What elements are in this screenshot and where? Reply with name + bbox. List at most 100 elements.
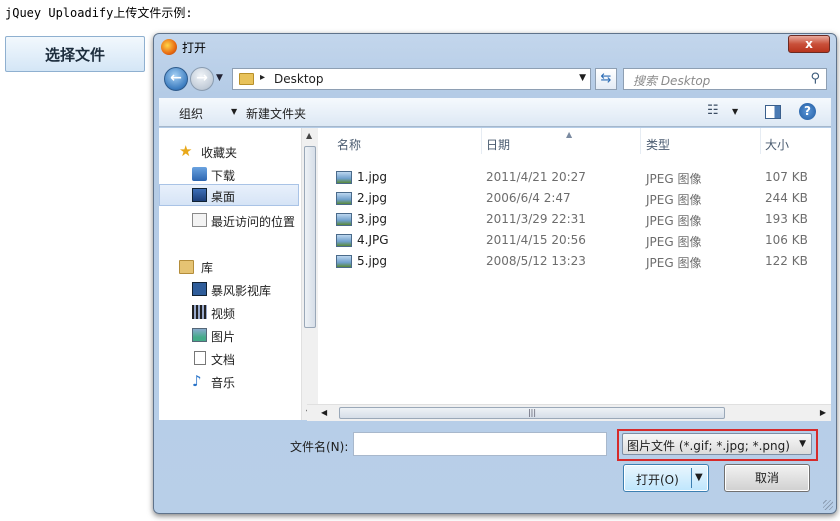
filetype-value: 图片文件 (*.gif; *.jpg; *.png) — [627, 439, 790, 453]
search-input[interactable]: 搜索 Desktop ⚲ — [623, 68, 827, 90]
file-date: 2011/4/15 20:56 — [486, 233, 586, 247]
column-header-date[interactable]: 日期 — [481, 128, 641, 154]
filename-label: 文件名(N): — [290, 440, 349, 454]
nav-label: 下载 — [211, 169, 236, 183]
desktop-icon — [192, 188, 207, 202]
refresh-button[interactable]: ⇆ — [595, 68, 617, 90]
split-divider — [691, 468, 692, 488]
filetype-select[interactable]: 图片文件 (*.gif; *.jpg; *.png) ▼ — [622, 433, 812, 455]
resize-grip[interactable] — [823, 500, 833, 510]
nav-item-favorites[interactable]: ★ 收藏夹 — [159, 140, 299, 162]
nav-item-storm-video[interactable]: 暴风影视库 — [159, 278, 299, 300]
library-icon — [179, 260, 194, 274]
file-row[interactable]: 1.jpg 2011/4/21 20:27 JPEG 图像 107 KB — [336, 168, 831, 189]
nav-label: 图片 — [211, 330, 236, 344]
column-header-size[interactable]: 大小 — [760, 128, 831, 154]
open-button-label: 打开(O) — [636, 473, 679, 487]
new-folder-button[interactable]: 新建文件夹 — [246, 105, 306, 122]
open-button[interactable]: 打开(O) ▼ — [623, 464, 709, 492]
music-note-icon: ♪ — [192, 372, 202, 390]
file-list: ▲ 名称 日期 类型 大小 1.jpg 2011/4/21 20:27 JPEG… — [318, 128, 831, 420]
image-file-icon — [336, 192, 352, 205]
search-placeholder: 搜索 Desktop — [633, 74, 711, 88]
nav-label: 桌面 — [211, 190, 236, 204]
address-bar[interactable]: ▸ Desktop ▼ — [232, 68, 591, 90]
choose-file-button[interactable]: 选择文件 — [5, 36, 145, 72]
scroll-thumb[interactable]: ||| — [339, 407, 725, 419]
nav-item-libraries[interactable]: 库 — [159, 255, 299, 277]
nav-item-pictures[interactable]: 图片 — [159, 324, 299, 346]
file-type: JPEG 图像 — [646, 214, 702, 228]
view-options-icon[interactable]: ☷ — [707, 103, 719, 118]
file-row[interactable]: 2.jpg 2006/6/4 2:47 JPEG 图像 244 KB — [336, 189, 831, 210]
address-dropdown-icon[interactable]: ▼ — [579, 73, 586, 83]
nav-item-recent-places[interactable]: 最近访问的位置 — [159, 209, 299, 231]
recent-places-icon — [192, 213, 207, 227]
file-row[interactable]: 5.jpg 2008/5/12 13:23 JPEG 图像 122 KB — [336, 252, 831, 273]
file-row[interactable]: 3.jpg 2011/3/29 22:31 JPEG 图像 193 KB — [336, 210, 831, 231]
organize-button[interactable]: 组织 — [179, 105, 203, 122]
image-file-icon — [336, 234, 352, 247]
back-button[interactable]: ← — [164, 67, 188, 91]
file-type: JPEG 图像 — [646, 235, 702, 249]
firefox-icon — [161, 39, 177, 55]
search-icon[interactable]: ⚲ — [810, 71, 820, 86]
nav-item-desktop[interactable]: 桌面 — [159, 184, 299, 206]
column-header-type[interactable]: 类型 — [641, 128, 761, 154]
command-toolbar: 组织 ▼ 新建文件夹 ☷ ▼ ? — [159, 98, 831, 127]
refresh-icon: ⇆ — [600, 71, 612, 86]
scroll-right-icon[interactable]: ▶ — [820, 408, 826, 417]
navigation-pane: ★ 收藏夹 下载 桌面 最近访问的位置 库 暴风影视库 视频 图片 文档 ♪ 音… — [159, 128, 304, 420]
scroll-left-icon[interactable]: ◀ — [321, 408, 327, 417]
forward-button[interactable]: → — [190, 67, 214, 91]
file-date: 2006/6/4 2:47 — [486, 191, 571, 205]
breadcrumb-separator[interactable]: ▸ — [260, 72, 265, 83]
scroll-thumb[interactable] — [304, 146, 316, 328]
help-icon[interactable]: ? — [799, 103, 816, 120]
close-button[interactable]: x — [788, 35, 830, 53]
horizontal-scrollbar[interactable]: ◀ ||| ▶ — [307, 404, 831, 421]
nav-item-music[interactable]: ♪ 音乐 — [159, 370, 299, 392]
document-icon — [194, 351, 206, 365]
dialog-title: 打开 — [182, 41, 207, 55]
image-file-icon — [336, 171, 352, 184]
nav-label: 暴风影视库 — [211, 284, 272, 298]
chevron-down-icon[interactable]: ▼ — [732, 107, 738, 116]
open-file-dialog: 打开 x ← → ▼ ▸ Desktop ▼ ⇆ 搜索 Desktop ⚲ 组织… — [153, 33, 837, 514]
file-name: 5.jpg — [357, 254, 388, 268]
filename-input[interactable] — [353, 432, 607, 456]
nav-item-downloads[interactable]: 下载 — [159, 163, 299, 185]
file-type: JPEG 图像 — [646, 172, 702, 186]
preview-pane-icon[interactable] — [765, 105, 781, 119]
chevron-down-icon[interactable]: ▼ — [799, 439, 806, 449]
cancel-button[interactable]: 取消 — [724, 464, 810, 492]
file-date: 2008/5/12 13:23 — [486, 254, 586, 268]
film-icon — [192, 305, 207, 319]
file-date: 2011/4/21 20:27 — [486, 170, 586, 184]
nav-label: 视频 — [211, 307, 236, 321]
nav-item-videos[interactable]: 视频 — [159, 301, 299, 323]
nav-scrollbar[interactable]: ▲ ▼ — [301, 128, 318, 420]
recent-pages-dropdown[interactable]: ▼ — [216, 73, 223, 83]
nav-label: 文档 — [211, 353, 236, 367]
file-name: 2.jpg — [357, 191, 388, 205]
scroll-up-icon[interactable]: ▲ — [306, 131, 312, 140]
folder-icon — [239, 73, 254, 85]
dialog-titlebar: 打开 x — [154, 34, 836, 60]
image-file-icon — [336, 255, 352, 268]
image-file-icon — [336, 213, 352, 226]
picture-icon — [192, 328, 207, 342]
file-size: 106 KB — [765, 233, 808, 247]
file-row[interactable]: 4.JPG 2011/4/15 20:56 JPEG 图像 106 KB — [336, 231, 831, 252]
nav-label: 库 — [201, 261, 214, 275]
file-type: JPEG 图像 — [646, 256, 702, 270]
file-size: 244 KB — [765, 191, 808, 205]
chevron-down-icon[interactable]: ▼ — [695, 472, 703, 483]
breadcrumb-desktop[interactable]: Desktop — [274, 72, 324, 86]
page-caption: jQuey Uploadify上传文件示例: — [5, 6, 193, 20]
nav-label: 音乐 — [211, 376, 236, 390]
column-header-name[interactable]: 名称 — [332, 128, 482, 154]
file-size: 193 KB — [765, 212, 808, 226]
chevron-down-icon[interactable]: ▼ — [231, 107, 237, 116]
nav-item-documents[interactable]: 文档 — [159, 347, 299, 369]
